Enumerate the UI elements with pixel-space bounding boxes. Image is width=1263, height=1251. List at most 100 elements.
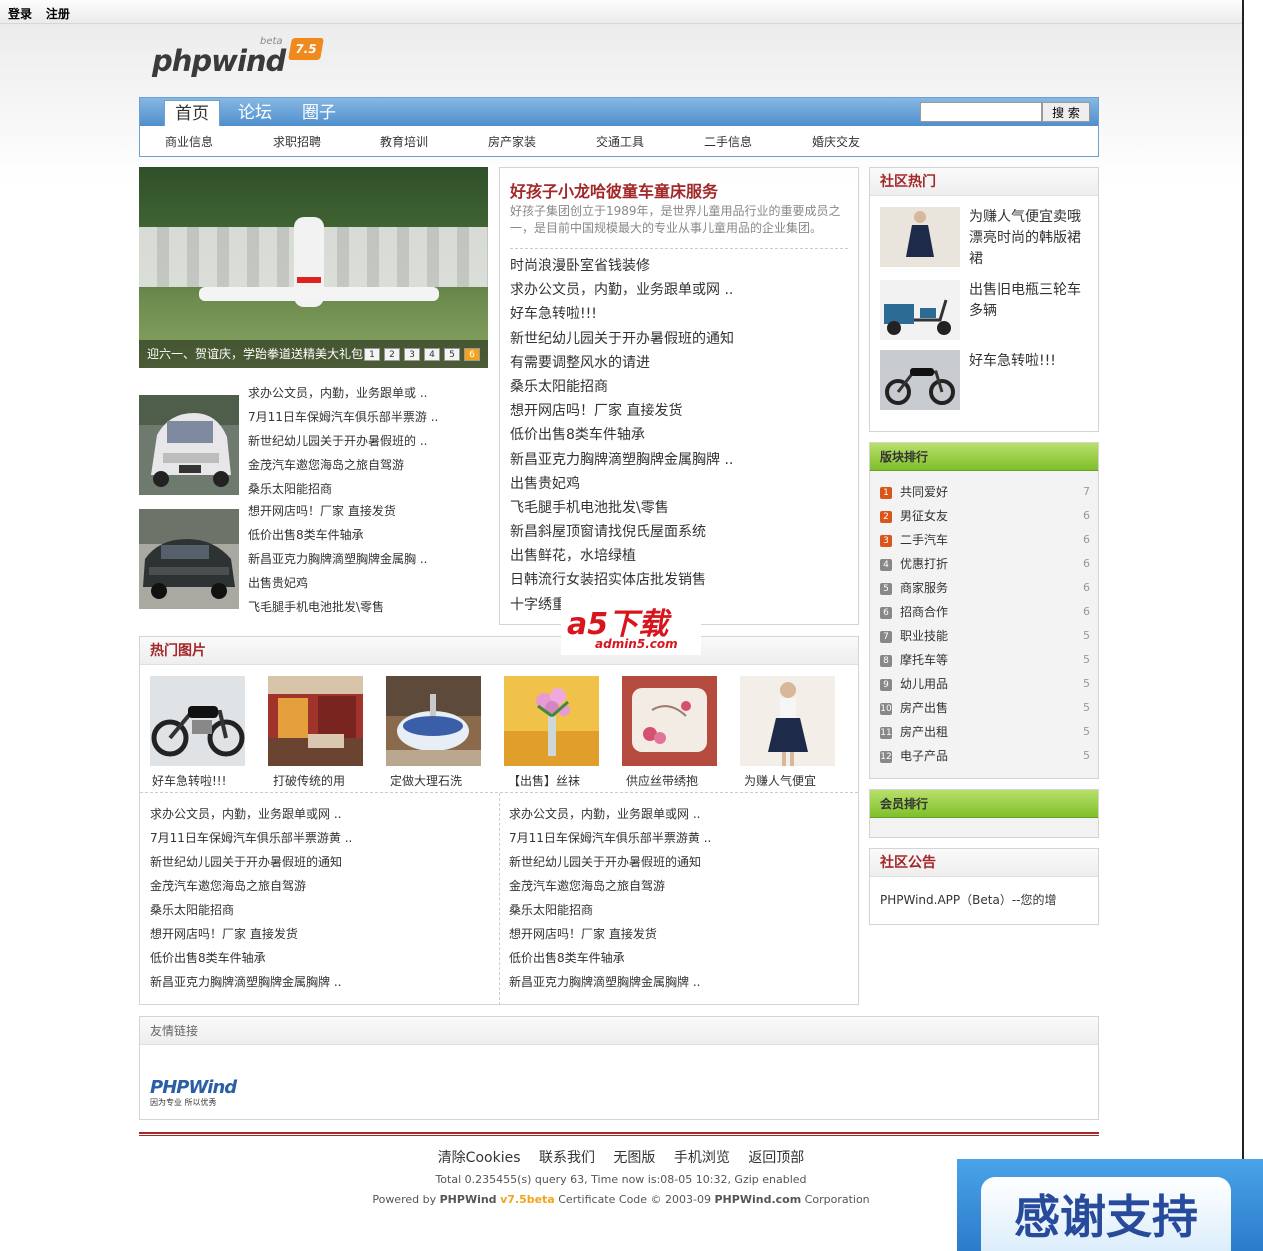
search-input[interactable] bbox=[920, 102, 1042, 122]
rank-item[interactable]: 3 二手汽车 6 bbox=[880, 528, 1090, 552]
slideshow-page-2[interactable]: 2 bbox=[384, 348, 400, 361]
thumb-taxi[interactable] bbox=[139, 395, 239, 495]
list-item[interactable]: 金茂汽车邀您海岛之旅自驾游 bbox=[150, 874, 352, 898]
tab-home[interactable]: 首页 bbox=[164, 100, 220, 126]
list-item[interactable]: 7月11日车保姆汽车俱乐部半票游 .. bbox=[248, 405, 438, 429]
subnav-secondhand[interactable]: 二手信息 bbox=[704, 133, 752, 150]
text-only-link[interactable]: 无图版 bbox=[613, 1150, 655, 1166]
clear-cookies-link[interactable]: 清除Cookies bbox=[438, 1150, 521, 1166]
subnav-business[interactable]: 商业信息 bbox=[165, 133, 213, 150]
rank-item[interactable]: 8 摩托车等 5 bbox=[880, 648, 1090, 672]
list-item[interactable]: 飞毛腿手机电池批发\零售 bbox=[510, 496, 734, 520]
hot-pic-caption[interactable]: 【出售】丝袜 bbox=[508, 772, 580, 789]
featured-title[interactable]: 好孩子小龙哈彼童车童床服务 bbox=[510, 178, 718, 202]
subnav-education[interactable]: 教育培训 bbox=[380, 133, 428, 150]
powered-site[interactable]: PHPWind.com bbox=[715, 1193, 802, 1206]
list-item[interactable]: 新昌亚克力胸牌滴塑胸牌金属胸 .. bbox=[248, 547, 427, 571]
subnav-realestate[interactable]: 房产家装 bbox=[488, 133, 536, 150]
register-link[interactable]: 注册 bbox=[46, 5, 70, 22]
search-button[interactable]: 搜 索 bbox=[1042, 102, 1090, 122]
hot-pic-caption[interactable]: 供应丝带绣抱 bbox=[626, 772, 698, 789]
list-item[interactable]: 时尚浪漫卧室省钱装修 bbox=[510, 254, 734, 278]
list-item[interactable]: 求办公文员，内勤，业务跟单或网 .. bbox=[150, 802, 352, 826]
list-item[interactable]: 求办公文员，内勤，业务跟单或 .. bbox=[248, 381, 438, 405]
hot-pic-caption[interactable]: 定做大理石洗 bbox=[390, 772, 462, 789]
slideshow-page-1[interactable]: 1 bbox=[364, 348, 380, 361]
hot-pic-stockings[interactable] bbox=[504, 676, 599, 766]
rank-item[interactable]: 7 职业技能 5 bbox=[880, 624, 1090, 648]
notice-text[interactable]: PHPWind.APP（Beta）--您的增 bbox=[880, 891, 1057, 908]
community-hot-item[interactable]: 出售旧电瓶三轮车多辆 bbox=[969, 280, 1089, 322]
slideshow-page-6[interactable]: 6 bbox=[464, 348, 480, 361]
login-link[interactable]: 登录 bbox=[8, 5, 32, 22]
hot-pic-room[interactable] bbox=[268, 676, 363, 766]
rank-item[interactable]: 4 优惠打折 6 bbox=[880, 552, 1090, 576]
list-item[interactable]: 想开网店吗！厂家 直接发货 bbox=[510, 399, 734, 423]
rank-item[interactable]: 1 共同爱好 7 bbox=[880, 480, 1090, 504]
rank-item[interactable]: 11 房产出租 5 bbox=[880, 720, 1090, 744]
list-item[interactable]: 有需要调整风水的请进 bbox=[510, 351, 734, 375]
list-item[interactable]: 求办公文员，内勤，业务跟单或网 .. bbox=[510, 278, 734, 302]
list-item[interactable]: 新世纪幼儿园关于开办暑假班的通知 bbox=[509, 850, 711, 874]
list-item[interactable]: 桑乐太阳能招商 bbox=[509, 898, 711, 922]
community-hot-item[interactable]: 好车急转啦!!! bbox=[969, 351, 1089, 372]
list-item[interactable]: 出售鲜花，水培绿植 bbox=[510, 544, 734, 568]
list-item[interactable]: 桑乐太阳能招商 bbox=[510, 375, 734, 399]
list-item[interactable]: 日韩流行女装招实体店批发销售 bbox=[510, 568, 734, 592]
hot-pic-caption[interactable]: 打破传统的用 bbox=[273, 772, 345, 789]
slideshow-page-4[interactable]: 4 bbox=[424, 348, 440, 361]
powered-brand[interactable]: PHPWind bbox=[440, 1193, 497, 1206]
rank-item[interactable]: 12 电子产品 5 bbox=[880, 744, 1090, 768]
thumb-car[interactable] bbox=[139, 509, 239, 609]
list-item[interactable]: 桑乐太阳能招商 bbox=[248, 477, 438, 501]
list-item[interactable]: 新世纪幼儿园关于开办暑假班的通知 bbox=[150, 850, 352, 874]
list-item[interactable]: 桑乐太阳能招商 bbox=[150, 898, 352, 922]
list-item[interactable]: 新昌斜屋顶窗请找倪氏屋面系统 bbox=[510, 520, 734, 544]
list-item[interactable]: 7月11日车保姆汽车俱乐部半票游黄 .. bbox=[150, 826, 352, 850]
list-item[interactable]: 7月11日车保姆汽车俱乐部半票游黄 .. bbox=[509, 826, 711, 850]
hot-pic-pillow[interactable] bbox=[622, 676, 717, 766]
community-hot-thumb[interactable] bbox=[880, 280, 960, 340]
subnav-wedding[interactable]: 婚庆交友 bbox=[812, 133, 860, 150]
slideshow-page-3[interactable]: 3 bbox=[404, 348, 420, 361]
list-item[interactable]: 金茂汽车邀您海岛之旅自驾游 bbox=[248, 453, 438, 477]
list-item[interactable]: 新昌亚克力胸牌滴塑胸牌金属胸牌 .. bbox=[510, 448, 734, 472]
back-to-top-link[interactable]: 返回顶部 bbox=[748, 1150, 804, 1166]
list-item[interactable]: 低价出售8类车件轴承 bbox=[510, 423, 734, 447]
list-item[interactable]: 低价出售8类车件轴承 bbox=[150, 946, 352, 970]
hot-pic-dress[interactable] bbox=[740, 676, 835, 766]
community-hot-item[interactable]: 为赚人气便宜卖哦 漂亮时尚的韩版裙裙 bbox=[969, 207, 1089, 270]
list-item[interactable]: 新昌亚克力胸牌滴塑胸牌金属胸牌 .. bbox=[509, 970, 711, 994]
rank-item[interactable]: 10 房产出售 5 bbox=[880, 696, 1090, 720]
list-item[interactable]: 飞毛腿手机电池批发\零售 bbox=[248, 595, 427, 619]
list-item[interactable]: 金茂汽车邀您海岛之旅自驾游 bbox=[509, 874, 711, 898]
hot-pic-caption[interactable]: 为赚人气便宜 bbox=[744, 772, 816, 789]
subnav-jobs[interactable]: 求职招聘 bbox=[273, 133, 321, 150]
list-item[interactable]: 新世纪幼儿园关于开办暑假班的通知 bbox=[510, 327, 734, 351]
contact-link[interactable]: 联系我们 bbox=[539, 1150, 595, 1166]
list-item[interactable]: 想开网店吗！厂家 直接发货 bbox=[150, 922, 352, 946]
list-item[interactable]: 新昌亚克力胸牌滴塑胸牌金属胸牌 .. bbox=[150, 970, 352, 994]
hot-pic-motorcycle[interactable] bbox=[150, 676, 245, 766]
list-item[interactable]: 出售贵妃鸡 bbox=[248, 571, 427, 595]
list-item[interactable]: 低价出售8类车件轴承 bbox=[509, 946, 711, 970]
mobile-link[interactable]: 手机浏览 bbox=[674, 1150, 730, 1166]
community-hot-thumb[interactable] bbox=[880, 350, 960, 410]
list-item[interactable]: 想开网店吗！厂家 直接发货 bbox=[509, 922, 711, 946]
list-item[interactable]: 想开网店吗！厂家 直接发货 bbox=[248, 499, 427, 523]
rank-item[interactable]: 6 招商合作 6 bbox=[880, 600, 1090, 624]
rank-item[interactable]: 9 幼儿用品 5 bbox=[880, 672, 1090, 696]
list-item[interactable]: 好车急转啦!!! bbox=[510, 302, 734, 326]
hot-pic-basin[interactable] bbox=[386, 676, 481, 766]
list-item[interactable]: 出售贵妃鸡 bbox=[510, 472, 734, 496]
hot-pic-caption[interactable]: 好车急转啦!!! bbox=[152, 772, 226, 789]
rank-item[interactable]: 2 男征女友 6 bbox=[880, 504, 1090, 528]
site-logo[interactable]: phpwind beta 7.5 bbox=[150, 36, 330, 86]
subnav-vehicles[interactable]: 交通工具 bbox=[596, 133, 644, 150]
list-item[interactable]: 求办公文员，内勤，业务跟单或网 .. bbox=[509, 802, 711, 826]
tab-forum[interactable]: 论坛 bbox=[228, 100, 282, 126]
list-item[interactable]: 新世纪幼儿园关于开办暑假班的 .. bbox=[248, 429, 438, 453]
community-hot-thumb[interactable] bbox=[880, 207, 960, 267]
tab-circle[interactable]: 圈子 bbox=[292, 100, 346, 126]
rank-item[interactable]: 5 商家服务 6 bbox=[880, 576, 1090, 600]
